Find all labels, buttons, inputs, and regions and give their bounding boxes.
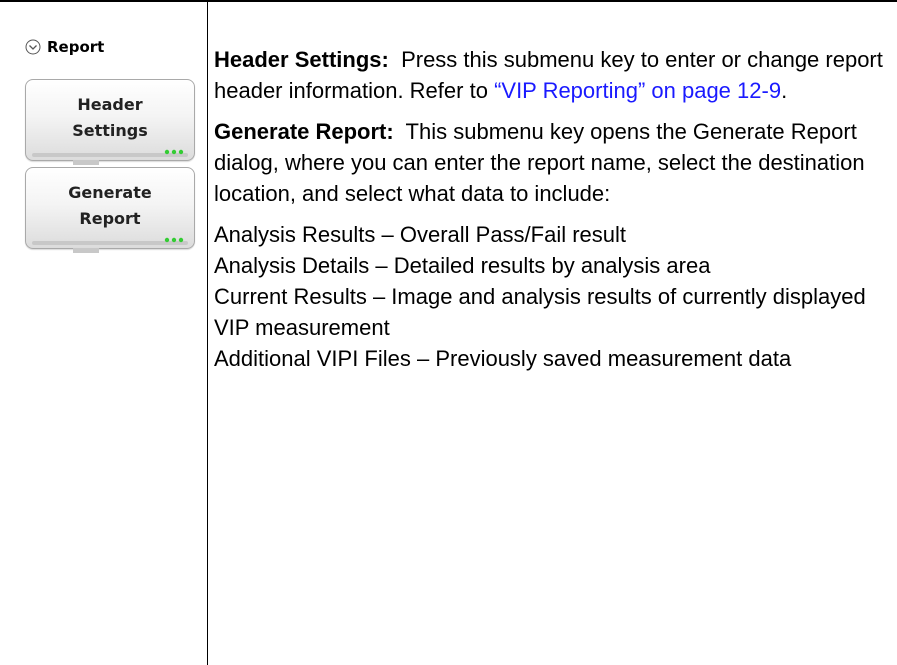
column-divider: [207, 0, 208, 665]
generate-report-label: Generate Report: [68, 183, 152, 228]
list-item: Current Results – Image and analysis res…: [214, 284, 866, 340]
header-settings-label: Header Settings: [72, 95, 148, 140]
softkey-connector: [73, 160, 99, 165]
list-item: Analysis Details – Detailed results by a…: [214, 253, 711, 278]
generate-report-description: Generate Report: This submenu key opens …: [214, 116, 884, 209]
generate-report-term: Generate Report:: [214, 119, 394, 144]
include-data-list: Analysis Results – Overall Pass/Fail res…: [214, 219, 884, 374]
submenu-header[interactable]: Report: [25, 36, 104, 58]
softkey-connector: [73, 248, 99, 253]
generate-report-button[interactable]: Generate Report: [25, 167, 195, 249]
list-item: Additional VIPI Files – Previously saved…: [214, 346, 792, 371]
header-settings-button[interactable]: Header Settings: [25, 79, 195, 161]
header-settings-description: Header Settings: Press this submenu key …: [214, 44, 884, 106]
header-settings-period: .: [781, 78, 788, 103]
submenu-title: Report: [47, 38, 105, 56]
top-rule: [0, 0, 897, 2]
chevron-down-circle-icon: [25, 39, 41, 55]
list-item: Analysis Results – Overall Pass/Fail res…: [214, 222, 627, 247]
more-options-icon: [164, 149, 184, 155]
vip-reporting-link[interactable]: “VIP Reporting” on page 12-9: [494, 78, 781, 103]
description-panel: Header Settings: Press this submenu key …: [214, 44, 884, 374]
more-options-icon: [164, 237, 184, 243]
header-settings-term: Header Settings:: [214, 47, 389, 72]
